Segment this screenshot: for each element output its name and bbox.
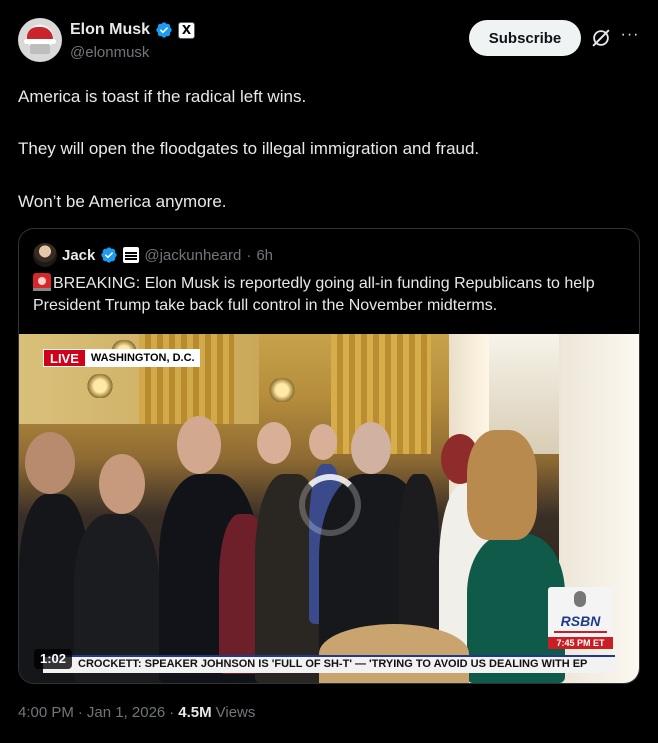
- tweet-text-line-2: They will open the floodgates to illegal…: [18, 139, 480, 158]
- quoted-author-avatar[interactable]: [33, 243, 57, 267]
- person-head: [351, 422, 391, 474]
- person-head: [25, 432, 75, 494]
- quoted-author-handle[interactable]: @jackunheard: [144, 247, 241, 264]
- quoted-tweet-text: BREAKING: Elon Musk is reportedly going …: [33, 273, 633, 317]
- person: [319, 624, 469, 683]
- network-clock: 7:45 PM ET: [548, 637, 613, 649]
- siren-emoji-icon: [33, 273, 51, 291]
- views-label: Views: [215, 704, 256, 721]
- quoted-tweet-header: Jack @jackunheard · 6h: [33, 243, 273, 267]
- verified-badge-icon[interactable]: [155, 21, 173, 39]
- x-affiliate-icon[interactable]: X: [178, 21, 196, 39]
- video-crowd: [19, 394, 639, 683]
- quoted-tweet-body: BREAKING: Elon Musk is reportedly going …: [33, 275, 595, 314]
- tweet-date[interactable]: Jan 1, 2026: [87, 704, 165, 721]
- affiliate-badge-icon: [123, 247, 140, 263]
- news-ticker: CROCKETT: SPEAKER JOHNSON IS 'FULL OF SH…: [43, 655, 615, 673]
- quoted-tweet-time[interactable]: 6h: [256, 247, 273, 264]
- logo-bar: [554, 631, 607, 633]
- video-dateline: WASHINGTON, D.C.: [85, 349, 200, 367]
- tweet-text-line-3: Won’t be America anymore.: [18, 192, 227, 211]
- person-head: [99, 454, 145, 514]
- live-badge: LIVE: [43, 349, 86, 367]
- live-banner: LIVE WASHINGTON, D.C.: [43, 349, 200, 367]
- author-name-row: Elon Musk X: [70, 21, 196, 39]
- network-logo-text: RSBN: [560, 613, 601, 629]
- grok-icon[interactable]: [590, 27, 612, 49]
- loading-spinner-icon: [299, 474, 361, 536]
- microphone-icon: [574, 591, 586, 607]
- person-hair: [467, 430, 537, 540]
- author-handle[interactable]: @elonmusk: [70, 44, 149, 61]
- author-display-name[interactable]: Elon Musk: [70, 21, 150, 39]
- verified-badge-icon: [101, 247, 118, 263]
- subscribe-button[interactable]: Subscribe: [469, 20, 581, 56]
- person-head: [177, 416, 221, 474]
- author-avatar[interactable]: [18, 18, 62, 62]
- quoted-author-name[interactable]: Jack: [62, 247, 95, 264]
- views-count[interactable]: 4.5M: [178, 704, 211, 721]
- tweet-header: Elon Musk X @elonmusk Subscribe ···: [0, 0, 658, 80]
- tweet-time[interactable]: 4:00 PM: [18, 704, 74, 721]
- meta-separator: ·: [169, 704, 175, 721]
- video-duration: 1:02: [34, 649, 73, 669]
- avatar-figure: [30, 44, 50, 54]
- tweet-meta: 4:00 PM · Jan 1, 2026 · 4.5M Views: [18, 704, 255, 721]
- meta-separator: ·: [77, 704, 83, 721]
- video-player[interactable]: LIVE WASHINGTON, D.C. RSBN 7:45 PM ET CR…: [19, 334, 639, 683]
- more-options-icon[interactable]: ···: [620, 26, 640, 48]
- news-ticker-text: CROCKETT: SPEAKER JOHNSON IS 'FULL OF SH…: [78, 658, 588, 670]
- tweet-text-line-1: America is toast if the radical left win…: [18, 87, 307, 106]
- person-head: [257, 422, 291, 464]
- quoted-tweet[interactable]: Jack @jackunheard · 6h BREAKING: Elon Mu…: [18, 228, 640, 684]
- person: [399, 474, 439, 634]
- meta-separator: ·: [246, 246, 252, 264]
- person-head: [309, 424, 337, 460]
